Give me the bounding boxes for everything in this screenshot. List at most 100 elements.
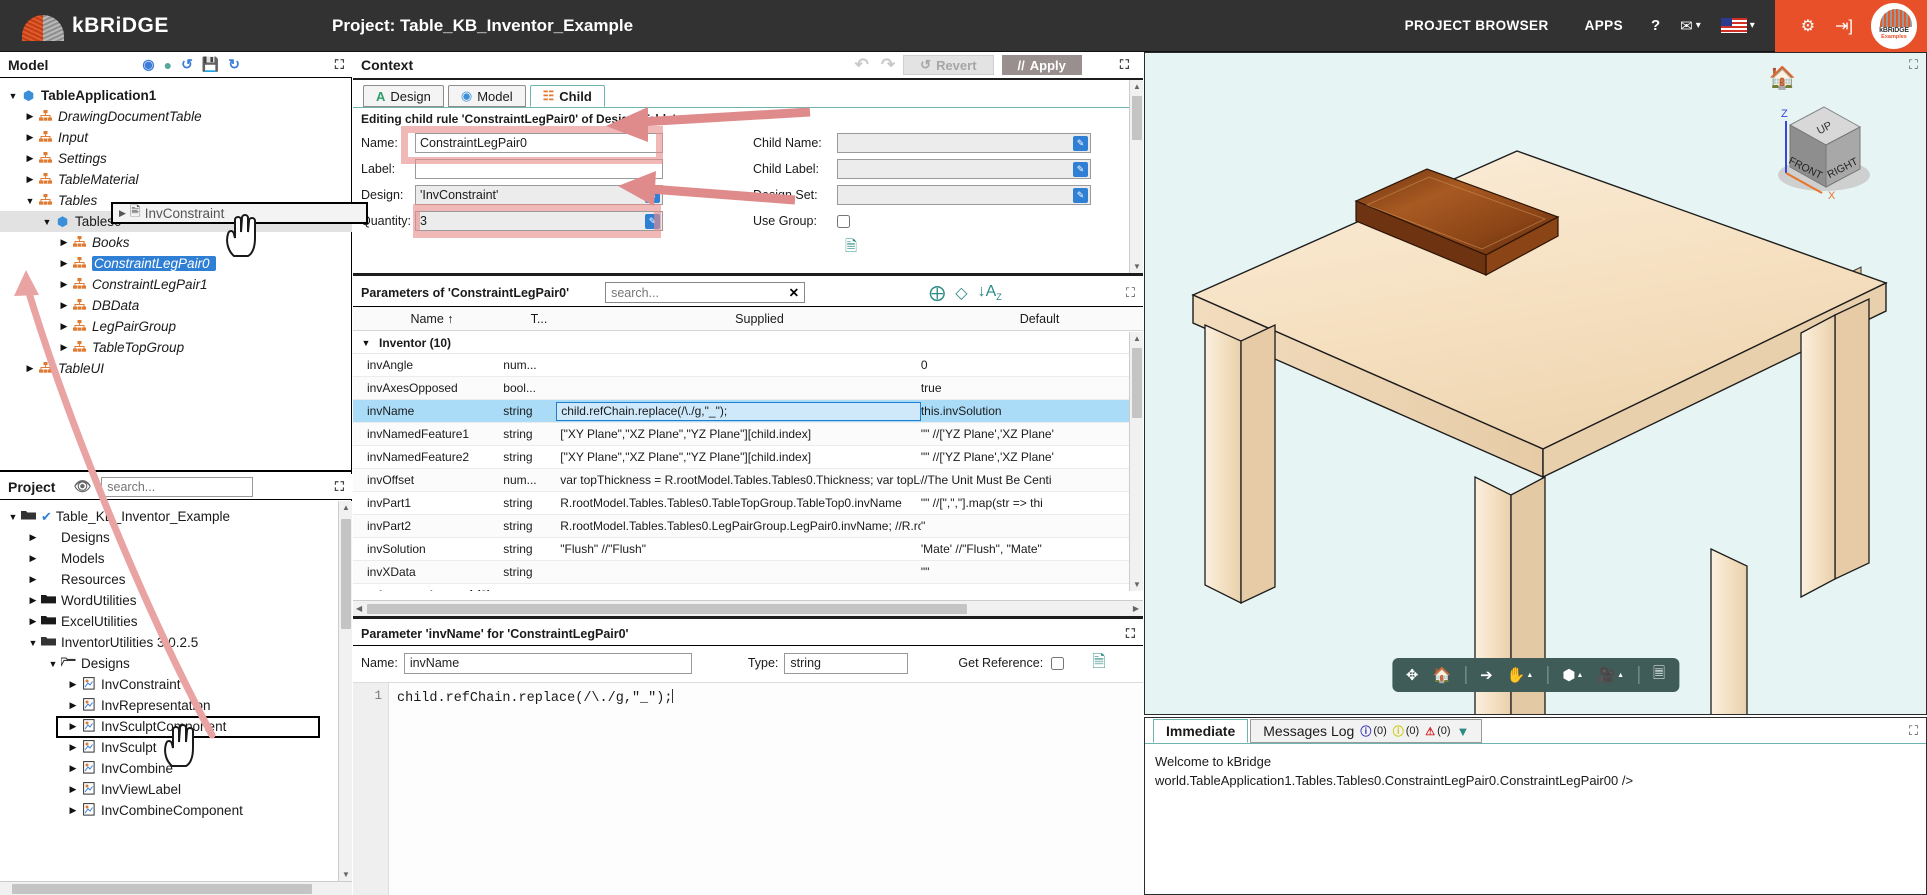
param-supplied-cell[interactable]: var topThickness = R.rootModel.Tables.Ta… <box>556 473 921 487</box>
clear-x-icon[interactable]: ✕ <box>789 285 799 300</box>
param-supplied-cell[interactable]: "Flush" //"Flush" <box>556 542 921 556</box>
chevron-right-icon[interactable] <box>66 742 80 753</box>
project-tree-item-invsculptcomponent[interactable]: InvSculptComponent <box>0 716 352 737</box>
expand-icon[interactable]: ⛶ <box>1909 723 1918 739</box>
expand-icon[interactable]: ⛶ <box>1116 285 1135 301</box>
chevron-down-icon[interactable] <box>23 196 37 206</box>
chevron-down-icon[interactable] <box>6 91 20 101</box>
scroll-up-icon[interactable]: ▲ <box>342 503 350 512</box>
project-tree-item-excelutilities[interactable]: ExcelUtilities <box>0 611 352 632</box>
model-tree-item-tables0[interactable]: ⬢ Tables0 <box>0 211 352 232</box>
chevron-down-icon[interactable] <box>40 217 54 227</box>
model-tree-item-tablematerial[interactable]: TableMaterial <box>0 169 352 190</box>
model-tree-item-constraintlegpair0[interactable]: ConstraintLegPair0 <box>0 253 352 274</box>
parameters-search-input[interactable]: search... ✕ <box>605 282 806 303</box>
get-reference-checkbox[interactable] <box>1051 652 1065 674</box>
table-row[interactable]: invPart1 string R.rootModel.Tables.Tables0… <box>353 492 1129 515</box>
add-circle-icon[interactable]: ⨁ <box>929 283 945 303</box>
nav-apps[interactable]: APPS <box>1567 18 1641 33</box>
redo-icon[interactable]: ↷ <box>881 55 895 75</box>
edit-pencil-icon[interactable]: ✎ <box>645 214 660 229</box>
model-tree-item-tables[interactable]: Tables <box>0 190 352 211</box>
chevron-right-icon[interactable] <box>23 111 37 122</box>
project-tree-item-models[interactable]: Models <box>0 548 352 569</box>
project-scrollbar-vertical[interactable]: ▲ ▼ <box>338 501 352 881</box>
tab-messages-log[interactable]: Messages Log ⓘ (0) ⓘ (0) ⚠ (0) ▼ <box>1250 719 1483 743</box>
chevron-down-icon[interactable] <box>359 590 373 592</box>
param-supplied-cell[interactable]: ["XY Plane","XZ Plane","YZ Plane"][child… <box>556 427 921 441</box>
model-tree-item-dbdata[interactable]: DBData <box>0 295 352 316</box>
expand-icon[interactable]: ⛶ <box>325 57 344 73</box>
edit-pencil-icon[interactable]: ✎ <box>1073 136 1088 151</box>
use-group-checkbox[interactable] <box>837 214 850 228</box>
project-tree-item-invcombinecomponent[interactable]: InvCombineComponent <box>0 800 352 821</box>
chevron-right-icon[interactable] <box>57 279 71 290</box>
model-tree[interactable]: ⬢ TableApplication1 DrawingDocumentTable In… <box>0 79 352 470</box>
project-tree-item-invconstraint[interactable]: InvConstraint <box>0 674 352 695</box>
parameter-group-header[interactable]: Inventor Internal (2) <box>353 584 1129 591</box>
name-field[interactable]: ConstraintLegPair0 <box>415 133 663 153</box>
project-tree[interactable]: ✔Table_KB_Inventor_Example Designs Models R… <box>0 501 352 881</box>
scroll-up-icon[interactable]: ▲ <box>1133 334 1141 343</box>
design-field[interactable]: 'InvConstraint' ✎ <box>415 185 663 205</box>
table-row[interactable]: invSolution string "Flush" //"Flush" 'Mate'… <box>353 538 1129 561</box>
edit-pencil-icon[interactable]: ✎ <box>1073 162 1088 177</box>
label-field[interactable] <box>415 159 663 179</box>
table-row[interactable]: invAxesOpposed bool... true <box>353 377 1129 400</box>
param-supplied-cell[interactable]: child.refChain.replace(/\./g,"_"); <box>556 401 921 421</box>
save-icon[interactable]: 💾 <box>202 56 219 73</box>
table-row[interactable]: invOffset num... var topThickness = R.root… <box>353 469 1129 492</box>
edit-pencil-icon[interactable]: ✎ <box>645 188 660 203</box>
context-scrollbar-vertical[interactable]: ▲ ▼ <box>1129 80 1143 273</box>
eraser-icon[interactable]: ◇ <box>955 283 967 303</box>
code-editor[interactable]: 1 child.refChain.replace(/\./g,"_"); <box>353 682 1143 895</box>
expand-icon[interactable]: ⛶ <box>1909 57 1918 73</box>
model-tree-item-books[interactable]: Books <box>0 232 352 253</box>
chevron-down-icon[interactable]: ▼ <box>1457 724 1470 739</box>
pdf-export-icon[interactable]: 🗏 <box>1649 663 1669 688</box>
project-tree-item-inventorutilities-3-0-2-5[interactable]: InventorUtilities 3.0.2.5 <box>0 632 352 653</box>
child-name-field[interactable]: ✎ <box>837 133 1091 153</box>
chevron-right-icon[interactable] <box>57 342 71 353</box>
table-row[interactable]: invPart2 string R.rootModel.Tables.Tables0… <box>353 515 1129 538</box>
chevron-right-icon[interactable] <box>57 321 71 332</box>
chevron-right-icon[interactable] <box>26 595 40 606</box>
chevron-right-icon[interactable] <box>66 679 80 690</box>
expand-icon[interactable]: ⛶ <box>1110 57 1129 73</box>
column-header-name[interactable]: Name ↑ <box>353 312 511 326</box>
chevron-right-icon[interactable] <box>26 616 40 627</box>
us-flag-icon[interactable]: ▾ <box>1711 18 1765 33</box>
avatar[interactable]: kBRiDGE Examples <box>1871 2 1917 49</box>
chevron-right-icon[interactable] <box>57 237 71 248</box>
refresh-icon[interactable]: ↻ <box>228 56 240 73</box>
project-tree-item-invviewlabel[interactable]: InvViewLabel <box>0 779 352 800</box>
scroll-down-icon[interactable]: ▼ <box>342 870 350 879</box>
chevron-down-icon[interactable] <box>6 512 20 522</box>
select-arrow-icon[interactable]: ➔ <box>1476 666 1497 684</box>
document-icon[interactable]: 🗎 <box>845 238 857 255</box>
parameters-rows[interactable]: Inventor (10) invAngle num... 0 invAxesOppos… <box>353 332 1129 591</box>
param-supplied-cell[interactable]: ["XY Plane","XZ Plane","YZ Plane"][child… <box>556 450 921 464</box>
param-name-input[interactable] <box>403 652 692 674</box>
tab-design[interactable]: A Design <box>363 85 444 107</box>
chevron-right-icon[interactable] <box>57 258 71 269</box>
tab-model[interactable]: ◉ Model <box>447 85 526 107</box>
document-icon[interactable]: 🗎 <box>1092 649 1106 678</box>
run-icon[interactable]: ◉ <box>142 56 154 73</box>
model-tree-item-settings[interactable]: Settings <box>0 148 352 169</box>
logout-icon[interactable]: ⇥] <box>1825 16 1863 36</box>
chevron-down-icon[interactable] <box>46 659 60 669</box>
tab-immediate[interactable]: Immediate <box>1153 719 1249 743</box>
scroll-up-icon[interactable]: ▲ <box>1133 82 1141 91</box>
edit-pencil-icon[interactable]: ✎ <box>1073 188 1088 203</box>
table-row[interactable]: invName string child.refChain.replace(/\./… <box>353 400 1129 423</box>
apply-button[interactable]: // Apply <box>1001 55 1082 75</box>
chevron-right-icon[interactable] <box>23 153 37 164</box>
project-tree-item-designs[interactable]: Designs <box>0 527 352 548</box>
help-icon[interactable]: ? <box>1641 17 1670 34</box>
table-row[interactable]: invAngle num... 0 <box>353 354 1129 377</box>
chevron-right-icon[interactable] <box>66 721 80 732</box>
param-supplied-cell[interactable]: R.rootModel.Tables.Tables0.LegPairGroup.… <box>556 519 921 533</box>
expand-icon[interactable]: ⛶ <box>325 479 344 495</box>
code-content[interactable]: child.refChain.replace(/\./g,"_"); <box>389 683 1143 895</box>
